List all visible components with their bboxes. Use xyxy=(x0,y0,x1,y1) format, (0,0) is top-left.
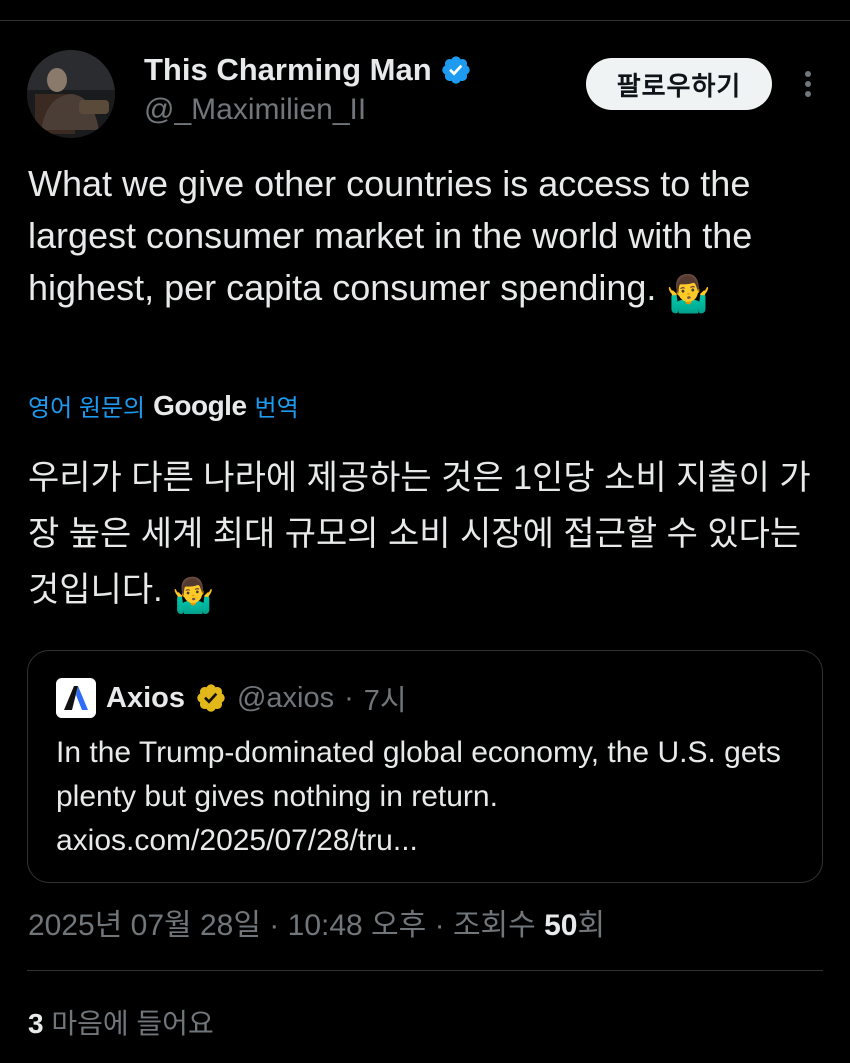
views-suffix: 회 xyxy=(577,909,606,942)
translation-prefix: 영어 원문의 xyxy=(28,395,146,422)
gold-verified-badge-icon xyxy=(197,684,225,712)
author-handle[interactable]: @_Maximilien_II xyxy=(144,93,366,127)
translated-text: 우리가 다른 나라에 제공하는 것은 1인당 소비 지출이 가장 높은 세계 최… xyxy=(28,459,811,609)
quote-header: Axios @axios · 7시 xyxy=(56,677,407,719)
profile-photo xyxy=(27,50,115,138)
views-count: 50 xyxy=(544,909,578,942)
follow-button[interactable]: 팔로우하기 xyxy=(586,58,772,110)
quote-text: In the Trump-dominated global economy, t… xyxy=(56,736,781,813)
top-divider xyxy=(0,20,850,21)
tweet-date[interactable]: 2025년 07월 28일 xyxy=(28,909,261,942)
quote-time: 7시 xyxy=(363,685,407,717)
google-logo: Google xyxy=(153,389,247,421)
shrug-emoji-icon: 🤷‍♂️ xyxy=(666,273,712,314)
meta-separator: · xyxy=(434,909,445,942)
tweet-time[interactable]: 10:48 오후 xyxy=(288,909,427,942)
quote-handle: @axios xyxy=(236,681,335,714)
likes-label: 마음에 들어요 xyxy=(51,1008,214,1039)
axios-logo-icon xyxy=(56,678,96,718)
tweet-text: What we give other countries is access t… xyxy=(28,163,753,308)
author-display-name[interactable]: This Charming Man xyxy=(144,52,432,88)
more-vertical-icon[interactable] xyxy=(798,64,818,104)
translation-attribution[interactable]: 영어 원문의 Google 번역 xyxy=(28,388,299,423)
quote-separator: · xyxy=(344,681,354,714)
stats-divider xyxy=(27,970,823,971)
quote-author-name: Axios xyxy=(106,681,185,714)
quote-body: In the Trump-dominated global economy, t… xyxy=(56,731,796,863)
likes-stat[interactable]: 3 마음에 들어요 xyxy=(28,1002,214,1042)
shrug-emoji-icon: 🤷‍♂️ xyxy=(172,577,215,615)
verified-badge-icon xyxy=(441,56,470,84)
avatar[interactable] xyxy=(27,50,115,138)
translation-suffix: 번역 xyxy=(254,395,299,422)
meta-separator: · xyxy=(269,909,280,942)
tweet-meta-row: 2025년 07월 28일 · 10:48 오후 · 조회수 50회 xyxy=(28,900,605,944)
quote-tweet-card[interactable]: Axios @axios · 7시 In the Trump-dominated… xyxy=(27,650,823,883)
quote-link[interactable]: axios.com/2025/07/28/tru... xyxy=(56,819,796,863)
author-name-row[interactable]: This Charming Man xyxy=(144,52,472,88)
views-label: 조회수 xyxy=(452,909,536,942)
translated-body: 우리가 다른 나라에 제공하는 것은 1인당 소비 지출이 가장 높은 세계 최… xyxy=(28,450,818,624)
likes-count: 3 xyxy=(28,1008,44,1039)
tweet-body: What we give other countries is access t… xyxy=(28,158,818,320)
